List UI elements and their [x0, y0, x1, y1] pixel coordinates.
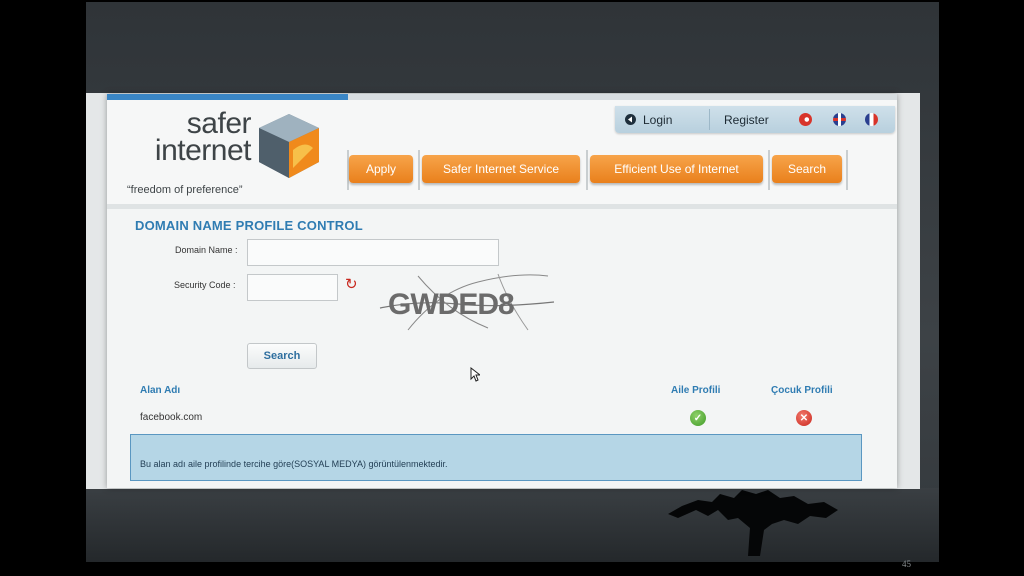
- check-icon: ✓: [690, 410, 706, 426]
- logo-text[interactable]: safer internet: [131, 109, 252, 166]
- domain-name-label: Domain Name :: [175, 245, 238, 255]
- logo-tagline: “freedom of preference”: [127, 184, 243, 196]
- security-code-input[interactable]: [247, 274, 338, 301]
- nav-divider: [418, 150, 420, 190]
- auth-bar: Login Register: [615, 106, 895, 133]
- turkish-flag-icon[interactable]: [799, 113, 812, 126]
- register-link[interactable]: Register: [724, 106, 769, 133]
- nav-apply-button[interactable]: Apply: [349, 155, 413, 183]
- logo-cube-icon: [259, 114, 319, 178]
- slide-page-number: 45: [902, 559, 911, 569]
- row-domain: facebook.com: [140, 412, 203, 423]
- captcha-text: GWDED8: [388, 288, 514, 321]
- french-flag-icon[interactable]: [865, 113, 878, 126]
- nav-divider: [846, 150, 848, 190]
- column-header-cocuk-profili: Çocuk Profili: [771, 385, 833, 396]
- captcha-image: GWDED8: [379, 273, 555, 331]
- uk-flag-icon[interactable]: [833, 113, 846, 126]
- column-header-domain: Alan Adı: [140, 385, 181, 396]
- arrow-left-icon: [625, 114, 636, 125]
- search-button[interactable]: Search: [247, 343, 317, 369]
- mouse-cursor-icon: [470, 367, 480, 382]
- info-message-text: Bu alan adı aile profilinde tercihe göre…: [140, 459, 448, 469]
- column-header-aile-profili: Aile Profili: [671, 385, 721, 396]
- nav-divider: [586, 150, 588, 190]
- nav-efficient-use-button[interactable]: Efficient Use of Internet: [590, 155, 763, 183]
- site-header: safer internet “freedom of preference” L…: [107, 100, 897, 209]
- nav-divider: [768, 150, 770, 190]
- auth-divider: [709, 109, 710, 130]
- info-message-box: Bu alan adı aile profilinde tercihe göre…: [130, 434, 862, 481]
- security-code-label: Security Code :: [174, 280, 236, 290]
- nav-safer-internet-service-button[interactable]: Safer Internet Service: [422, 155, 580, 183]
- tree-silhouette-icon: [668, 490, 838, 556]
- refresh-captcha-icon[interactable]: ↻: [345, 275, 358, 293]
- domain-name-input[interactable]: [247, 239, 499, 266]
- nav-search-button[interactable]: Search: [772, 155, 842, 183]
- cross-icon: ✕: [796, 410, 812, 426]
- login-link[interactable]: Login: [625, 106, 672, 133]
- page-title: DOMAIN NAME PROFILE CONTROL: [135, 218, 363, 233]
